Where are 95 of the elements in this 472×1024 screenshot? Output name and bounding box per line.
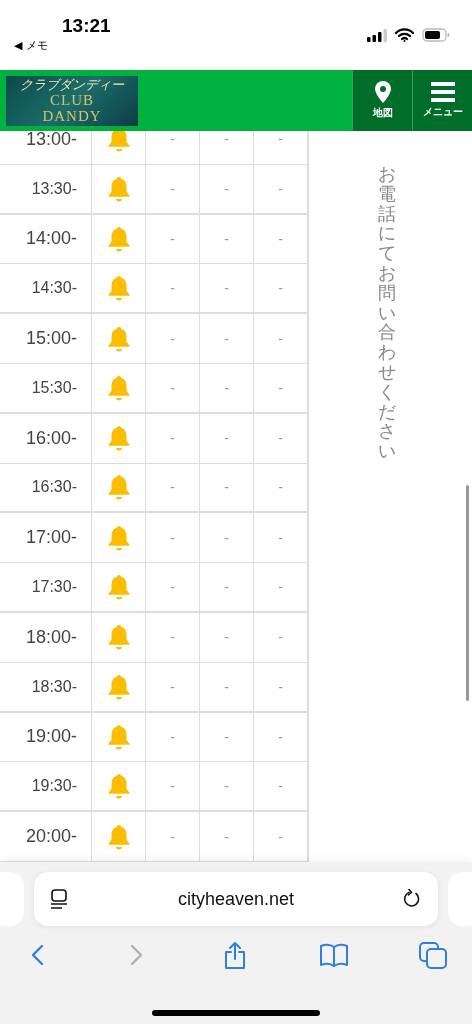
time-slot: 16:00- <box>0 413 92 463</box>
time-slot: 15:30- <box>0 364 92 412</box>
time-slot: 18:00- <box>0 612 92 662</box>
table-cell: - <box>146 264 200 313</box>
bell-icon <box>106 574 131 601</box>
time-slot: 13:30- <box>0 164 92 213</box>
time-slot: 17:00- <box>0 513 92 563</box>
table-cell: - <box>200 812 254 861</box>
bell-icon <box>106 425 131 452</box>
table-cell: - <box>200 214 254 264</box>
bell-icon <box>106 624 131 651</box>
table-cell: - <box>146 314 200 363</box>
time-slot: 14:00- <box>0 214 92 264</box>
time-slot: 14:30- <box>0 264 92 313</box>
table-cell-text: - <box>277 478 284 498</box>
table-cell: - <box>146 463 200 512</box>
table-cell-text: - <box>277 677 284 697</box>
time-slot: 18:30- <box>0 662 92 711</box>
reload-icon[interactable] <box>402 889 422 909</box>
back-icon[interactable] <box>30 944 44 966</box>
back-to-app-link[interactable]: ◀ メモ <box>14 38 48 53</box>
bell-icon <box>106 325 131 352</box>
table-cell: - <box>146 563 200 611</box>
table-cell: - <box>146 164 200 213</box>
phone-inquiry-notice: お電話にてお問い合わせください <box>377 165 396 462</box>
bell-icon <box>106 175 131 202</box>
table-cell: - <box>146 364 200 412</box>
bell-icon <box>106 673 131 700</box>
bell-icon <box>106 374 131 401</box>
clock-time: 13:21 <box>62 16 111 36</box>
table-cell: - <box>146 762 200 811</box>
table-cell-text: - <box>277 230 284 249</box>
wifi-icon <box>395 28 414 42</box>
scroll-bar[interactable] <box>466 485 469 701</box>
table-cell-text: - <box>277 528 284 548</box>
table-cell: - <box>146 712 200 762</box>
time-slot: 15:00- <box>0 314 92 363</box>
table-cell: - <box>146 612 200 662</box>
table-cell: - <box>200 612 254 662</box>
page-menu-icon[interactable] <box>50 889 70 909</box>
table-cell: - <box>200 413 254 463</box>
table-cell-text: - <box>277 279 284 299</box>
menu-icon <box>430 82 455 102</box>
bell-icon <box>106 524 131 551</box>
time-slot: 16:30- <box>0 463 92 512</box>
bell-icon <box>106 723 131 750</box>
table-cell: - <box>200 513 254 563</box>
bell-icon <box>106 474 131 501</box>
table-cell: - <box>146 812 200 861</box>
battery-icon <box>422 28 450 42</box>
address-bar[interactable]: cityheaven.net <box>34 872 438 926</box>
table-cell: - <box>200 662 254 711</box>
signal-icon <box>367 28 387 42</box>
table-cell-text: - <box>277 827 284 847</box>
share-icon[interactable] <box>225 941 245 969</box>
table-cell-text: - <box>277 628 284 648</box>
bell-icon <box>106 275 131 302</box>
tabs-icon[interactable] <box>419 941 447 969</box>
table-cell: - <box>146 662 200 711</box>
table-cell: - <box>200 264 254 313</box>
table-cell: - <box>200 563 254 611</box>
table-cell: - <box>200 463 254 512</box>
table-cell: - <box>200 364 254 412</box>
table-cell: - <box>146 131 200 164</box>
table-cell-text: - <box>277 777 284 797</box>
map-button[interactable]: 地図 <box>352 70 412 131</box>
url-text[interactable]: cityheaven.net <box>70 888 402 910</box>
map-pin-icon <box>374 81 391 103</box>
table-cell: - <box>146 214 200 264</box>
table-cell: - <box>200 131 254 164</box>
table-cell-text: - <box>277 429 284 449</box>
bell-icon <box>106 226 131 252</box>
table-cell-text: - <box>277 727 284 747</box>
table-cell-text: - <box>277 378 284 398</box>
table-cell: - <box>200 164 254 213</box>
bell-icon <box>106 773 131 800</box>
table-cell: - <box>146 413 200 463</box>
bell-icon <box>106 823 131 850</box>
table-cell-text: - <box>277 578 284 598</box>
time-slot: 19:30- <box>0 762 92 811</box>
menu-button[interactable]: メニュー <box>412 70 472 131</box>
time-slot: 19:00- <box>0 712 92 762</box>
table-cell-text: - <box>277 329 284 349</box>
table-cell: - <box>200 314 254 363</box>
book-icon[interactable] <box>320 943 348 967</box>
time-slot: 20:00- <box>0 812 92 861</box>
time-slot: 17:30- <box>0 563 92 611</box>
table-cell-text: - <box>277 131 284 150</box>
table-cell-text: - <box>277 179 284 199</box>
bell-icon <box>106 131 131 153</box>
club-logo[interactable]: クラブダンディー CLUB DANDY <box>6 75 138 126</box>
table-cell: - <box>146 513 200 563</box>
table-cell: - <box>200 712 254 762</box>
table-cell: - <box>200 762 254 811</box>
time-slot: 13:00- <box>0 131 92 164</box>
